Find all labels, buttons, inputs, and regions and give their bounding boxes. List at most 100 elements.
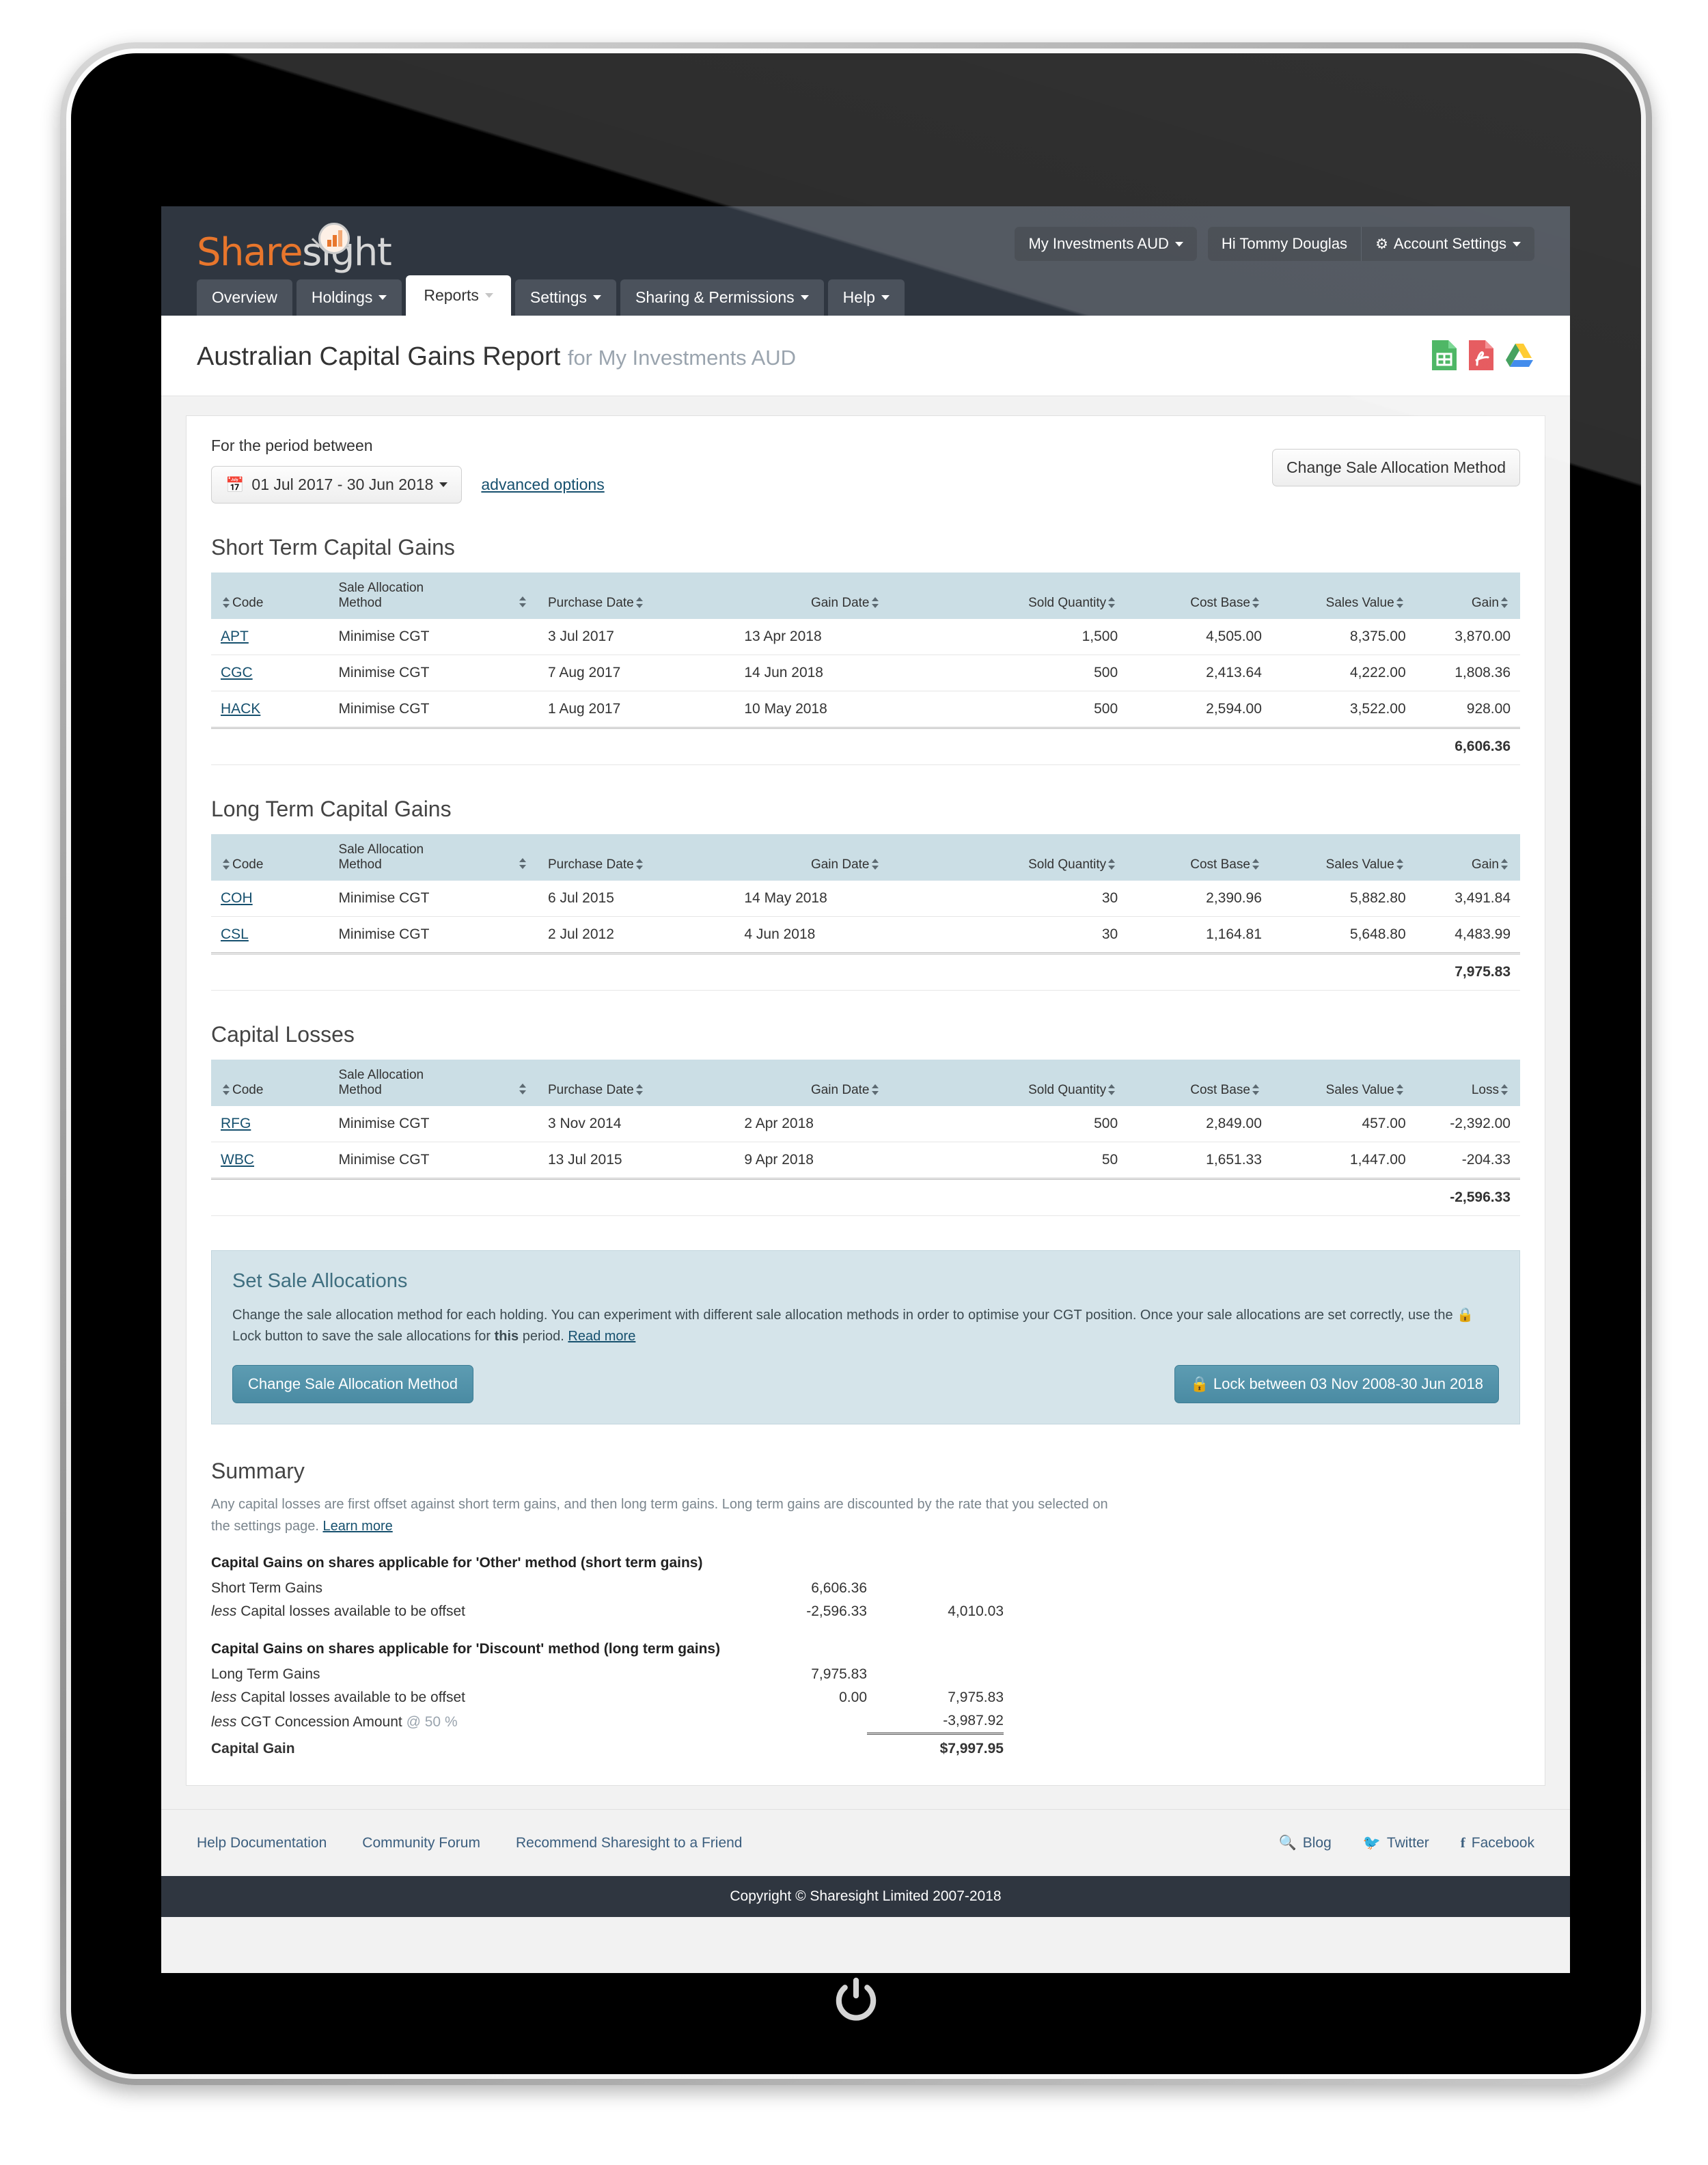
- holding-code-link[interactable]: CGC: [221, 665, 253, 680]
- power-button-icon[interactable]: [831, 1974, 881, 2025]
- col-sale-allocation-method[interactable]: Sale AllocationMethod: [329, 834, 538, 881]
- account-settings-label: Account Settings: [1394, 235, 1506, 253]
- nav-tab-settings[interactable]: Settings: [515, 279, 616, 316]
- account-settings-menu[interactable]: ⚙ Account Settings: [1361, 227, 1534, 261]
- nav-tab-help[interactable]: Help: [828, 279, 905, 316]
- chevron-down-icon: [485, 293, 493, 298]
- holding-code-link[interactable]: RFG: [221, 1116, 251, 1131]
- footer-link-community-forum[interactable]: Community Forum: [362, 1835, 480, 1851]
- cell-method: Minimise CGT: [329, 1106, 538, 1142]
- col-label: Code: [232, 596, 263, 610]
- nav-tab-overview[interactable]: Overview: [197, 279, 292, 316]
- cell-sold-quantity: 500: [957, 1106, 1127, 1142]
- long-term-table: Code Sale AllocationMethod Purchase Date…: [211, 834, 1520, 991]
- nav-tab-label: Sharing & Permissions: [635, 288, 795, 307]
- col-purchase-date[interactable]: Purchase Date: [538, 834, 734, 881]
- sort-icon: [223, 1084, 230, 1096]
- col-purchase-date[interactable]: Purchase Date: [538, 1060, 734, 1106]
- table-total-row: 6,606.36: [211, 728, 1520, 765]
- facebook-icon: f: [1461, 1834, 1465, 1851]
- col-sold-quantity[interactable]: Sold Quantity: [957, 834, 1127, 881]
- summary-row: less CGT Concession Amount @ 50 % -3,987…: [211, 1709, 1004, 1734]
- col-sales-value[interactable]: Sales Value: [1271, 1060, 1416, 1106]
- col-sales-value[interactable]: Sales Value: [1271, 834, 1416, 881]
- col-sale-allocation-method[interactable]: Sale AllocationMethod: [329, 573, 538, 619]
- section-title: Capital Losses: [211, 1022, 1520, 1047]
- col-cost-base[interactable]: Cost Base: [1127, 573, 1271, 619]
- sort-icon: [872, 1084, 879, 1096]
- col-code[interactable]: Code: [211, 1060, 329, 1106]
- cell-purchase-date: 1 Aug 2017: [538, 691, 734, 728]
- cell-method: Minimise CGT: [329, 619, 538, 655]
- read-more-link[interactable]: Read more: [568, 1329, 635, 1344]
- logo-text-share: Share: [197, 230, 302, 275]
- cell-cost-base: 1,164.81: [1127, 917, 1271, 954]
- col-sales-value[interactable]: Sales Value: [1271, 573, 1416, 619]
- holding-code-link[interactable]: WBC: [221, 1152, 254, 1168]
- capital-gain-total-row: Capital Gain $7,997.95: [211, 1734, 1004, 1761]
- table-header-row: Code Sale AllocationMethod Purchase Date…: [211, 834, 1520, 881]
- holding-code-link[interactable]: CSL: [221, 926, 249, 942]
- cell-gain-date: 4 Jun 2018: [734, 917, 957, 954]
- section-title: Long Term Capital Gains: [211, 797, 1520, 822]
- cell-gain-date: 14 Jun 2018: [734, 655, 957, 691]
- excel-export-icon[interactable]: [1431, 339, 1458, 375]
- footer-link-facebook[interactable]: f Facebook: [1461, 1834, 1534, 1851]
- nav-tab-label: Settings: [530, 288, 587, 307]
- portfolio-selector[interactable]: My Investments AUD: [1015, 227, 1196, 261]
- date-range-picker[interactable]: 📅 01 Jul 2017 - 30 Jun 2018: [211, 466, 462, 504]
- lock-period-label: Lock between 03 Nov 2008-30 Jun 2018: [1213, 1375, 1483, 1392]
- google-drive-export-icon[interactable]: [1504, 341, 1534, 373]
- nav-tab-sharing-permissions[interactable]: Sharing & Permissions: [620, 279, 824, 316]
- col-gain[interactable]: Gain: [1416, 573, 1520, 619]
- col-gain-date[interactable]: Gain Date: [734, 573, 957, 619]
- footer-link-blog[interactable]: 🔍 Blog: [1279, 1834, 1332, 1851]
- pdf-export-icon[interactable]: [1468, 339, 1495, 375]
- col-gain[interactable]: Gain: [1416, 834, 1520, 881]
- footer-link-help-documentation[interactable]: Help Documentation: [197, 1835, 327, 1851]
- change-sale-allocation-method-button-top[interactable]: Change Sale Allocation Method: [1272, 449, 1520, 486]
- table-row: WBC Minimise CGT 13 Jul 2015 9 Apr 2018 …: [211, 1142, 1520, 1179]
- col-purchase-date[interactable]: Purchase Date: [538, 573, 734, 619]
- holding-code-link[interactable]: COH: [221, 890, 253, 906]
- col-loss[interactable]: Loss: [1416, 1060, 1520, 1106]
- col-label: Loss: [1472, 1083, 1499, 1097]
- summary-row-value-1: 6,606.36: [689, 1577, 867, 1600]
- footer-link-twitter[interactable]: 🐦 Twitter: [1363, 1834, 1429, 1851]
- sort-icon: [1501, 858, 1509, 870]
- advanced-options-link[interactable]: advanced options: [481, 475, 604, 494]
- nav-tab-holdings[interactable]: Holdings: [297, 279, 402, 316]
- col-sold-quantity[interactable]: Sold Quantity: [957, 573, 1127, 619]
- col-sold-quantity[interactable]: Sold Quantity: [957, 1060, 1127, 1106]
- sort-icon: [519, 857, 527, 870]
- desc-part-2: Lock button to save the sale allocations…: [232, 1329, 495, 1344]
- summary-row-label: Long Term Gains: [211, 1663, 689, 1686]
- col-code[interactable]: Code: [211, 834, 329, 881]
- col-gain-date[interactable]: Gain Date: [734, 834, 957, 881]
- col-cost-base[interactable]: Cost Base: [1127, 834, 1271, 881]
- footer-link-recommend-sharesight[interactable]: Recommend Sharesight to a Friend: [516, 1835, 743, 1851]
- user-greeting[interactable]: Hi Tommy Douglas: [1208, 227, 1361, 261]
- cell-method: Minimise CGT: [329, 881, 538, 917]
- nav-tab-reports[interactable]: Reports: [406, 275, 511, 316]
- col-sale-allocation-method[interactable]: Sale AllocationMethod: [329, 1060, 538, 1106]
- summary-row-value-2: 7,975.83: [867, 1686, 1004, 1709]
- cell-cost-base: 1,651.33: [1127, 1142, 1271, 1179]
- col-code[interactable]: Code: [211, 573, 329, 619]
- lock-period-button[interactable]: 🔒 Lock between 03 Nov 2008-30 Jun 2018: [1174, 1365, 1499, 1403]
- col-label-line1: Sale Allocation: [338, 842, 529, 857]
- sort-icon: [223, 858, 230, 870]
- nav-tab-label: Help: [843, 288, 875, 307]
- holding-code-link[interactable]: HACK: [221, 701, 260, 717]
- page-title-main: Australian Capital Gains Report: [197, 342, 560, 371]
- holding-code-link[interactable]: APT: [221, 629, 249, 644]
- label-text: CGT Concession Amount: [236, 1714, 406, 1730]
- summary-row-label: less CGT Concession Amount @ 50 %: [211, 1709, 689, 1734]
- col-cost-base[interactable]: Cost Base: [1127, 1060, 1271, 1106]
- col-label: Gain Date: [811, 596, 870, 610]
- change-sale-allocation-method-button[interactable]: Change Sale Allocation Method: [232, 1365, 473, 1403]
- col-gain-date[interactable]: Gain Date: [734, 1060, 957, 1106]
- learn-more-link[interactable]: Learn more: [322, 1519, 392, 1534]
- capital-losses-table: Code Sale AllocationMethod Purchase Date…: [211, 1060, 1520, 1216]
- col-label: Sales Value: [1326, 1083, 1394, 1097]
